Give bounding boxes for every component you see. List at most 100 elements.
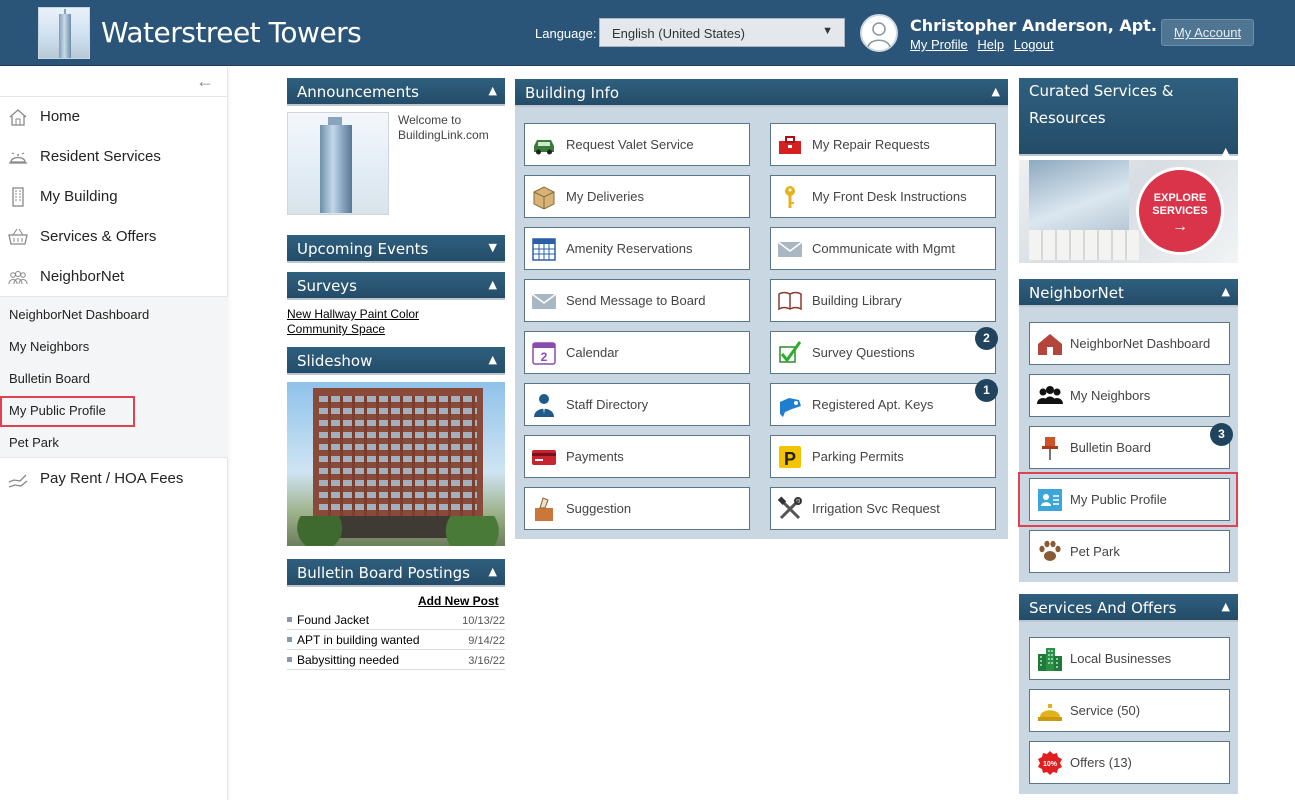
bulletin-post-row[interactable]: Babysitting needed 3/16/22 (287, 650, 505, 670)
slideshow-image[interactable] (287, 382, 505, 546)
credit-card-icon (532, 450, 556, 465)
tile-label: Local Businesses (1070, 650, 1172, 666)
language-select[interactable]: English (United States) ▼ (599, 18, 845, 47)
tile-label: Pet Park (1070, 543, 1120, 559)
sidebar-item-label: My Building (40, 188, 118, 205)
tile-my-repair-requests[interactable]: My Repair Requests (770, 123, 996, 166)
tile-request-valet[interactable]: Request Valet Service (524, 123, 750, 166)
panel-title: Slideshow (297, 352, 373, 370)
collapse-sidebar-icon[interactable]: ← (196, 71, 214, 92)
collapse-chevron-icon[interactable]: ▲ (1222, 600, 1230, 613)
tile-pet-park[interactable]: Pet Park (1029, 530, 1230, 573)
tile-label: Registered Apt. Keys (812, 396, 934, 412)
slideshow-header[interactable]: Slideshow ▲ (287, 347, 505, 375)
tile-front-desk-instructions[interactable]: My Front Desk Instructions (770, 175, 996, 218)
tile-label: Communicate with Mgmt (812, 240, 956, 256)
payment-hand-icon (8, 474, 28, 488)
sidebar-item-home[interactable]: Home (0, 97, 228, 137)
suggestion-box-icon (535, 497, 553, 521)
tile-calendar[interactable]: 2 Calendar (524, 331, 750, 374)
tile-building-library[interactable]: Building Library (770, 279, 996, 322)
tile-offers[interactable]: 10% Offers (13) (1029, 741, 1230, 784)
parking-icon: P (779, 446, 801, 469)
my-profile-link[interactable]: My Profile (910, 37, 968, 52)
tile-amenity-reservations[interactable]: Amenity Reservations (524, 227, 750, 270)
building-info-header[interactable]: Building Info ▲ (515, 79, 1008, 107)
surveys-header[interactable]: Surveys ▲ (287, 272, 505, 300)
upcoming-events-header[interactable]: Upcoming Events ▼ (287, 235, 505, 263)
tile-label: Building Library (812, 292, 902, 308)
building-logo[interactable] (38, 7, 90, 59)
panel-title: Surveys (297, 277, 357, 295)
logout-link[interactable]: Logout (1014, 37, 1054, 52)
key-tag-icon (780, 398, 801, 417)
checkmark-icon (779, 341, 802, 363)
announcements-header[interactable]: Announcements ▲ (287, 78, 505, 106)
tile-label: Amenity Reservations (566, 240, 693, 256)
neighbornet-header[interactable]: NeighborNet ▲ (1019, 279, 1238, 307)
basket-icon (8, 228, 28, 245)
subnav-bulletin-board[interactable]: Bulletin Board (9, 371, 90, 386)
post-title: Babysitting needed (297, 653, 400, 667)
bulletin-postings-header[interactable]: Bulletin Board Postings ▲ (287, 559, 505, 587)
tile-survey-questions[interactable]: Survey Questions (770, 331, 996, 374)
add-new-post-link[interactable]: Add New Post (418, 594, 499, 608)
bulletin-post-row[interactable]: Found Jacket 10/13/22 (287, 610, 505, 630)
sidebar: ← Home Resident Services My Building Ser… (0, 67, 228, 800)
collapse-chevron-icon[interactable]: ▲ (489, 565, 497, 578)
collapse-chevron-icon[interactable]: ▲ (489, 278, 497, 291)
highlight-box (0, 396, 135, 427)
tile-my-deliveries[interactable]: My Deliveries (524, 175, 750, 218)
user-avatar[interactable] (860, 14, 898, 52)
curated-services-header[interactable]: Curated Services & Resources ▲ (1019, 78, 1238, 158)
tile-my-neighbors[interactable]: My Neighbors (1029, 374, 1230, 417)
post-date: 10/13/22 (462, 615, 505, 627)
sidebar-item-pay-rent[interactable]: Pay Rent / HOA Fees (0, 459, 228, 499)
my-account-button[interactable]: My Account (1161, 19, 1254, 46)
notification-badge: 2 (975, 327, 998, 350)
paw-icon (1039, 540, 1061, 561)
tile-suggestion[interactable]: Suggestion (524, 487, 750, 530)
tile-communicate-mgmt[interactable]: Communicate with Mgmt (770, 227, 996, 270)
sidebar-item-my-building[interactable]: My Building (0, 177, 228, 217)
collapse-chevron-icon[interactable]: ▲ (489, 84, 497, 97)
tile-payments[interactable]: Payments (524, 435, 750, 478)
collapse-chevron-icon[interactable]: ▲ (1222, 285, 1230, 298)
collapse-chevron-icon[interactable]: ▲ (992, 85, 1000, 98)
tile-service[interactable]: Service (50) (1029, 689, 1230, 732)
tile-staff-directory[interactable]: Staff Directory (524, 383, 750, 426)
bell-icon (9, 152, 27, 164)
subnav-neighbornet-dashboard[interactable]: NeighborNet Dashboard (9, 307, 149, 322)
announcement-text: Welcome to BuildingLink.com (398, 113, 489, 142)
notification-badge: 3 (1210, 423, 1233, 446)
tile-neighbornet-dashboard[interactable]: NeighborNet Dashboard (1029, 322, 1230, 365)
tile-send-message-board[interactable]: Send Message to Board (524, 279, 750, 322)
explore-label-line2: SERVICES (1152, 205, 1208, 217)
tile-label: Suggestion (566, 500, 632, 516)
car-icon (534, 140, 554, 155)
sidebar-item-services-offers[interactable]: Services & Offers (0, 217, 228, 257)
svg-text:P: P (784, 449, 796, 469)
collapse-chevron-icon[interactable]: ▲ (489, 353, 497, 366)
expand-chevron-icon[interactable]: ▼ (489, 241, 497, 254)
survey-link[interactable]: New Hallway Paint Color Community Space (287, 307, 467, 337)
bulletin-post-row[interactable]: APT in building wanted 9/14/22 (287, 630, 505, 650)
explore-services-button[interactable]: EXPLORE SERVICES → (1136, 167, 1224, 255)
subnav-my-neighbors[interactable]: My Neighbors (9, 339, 89, 354)
sidebar-item-neighbornet[interactable]: NeighborNet (0, 257, 228, 297)
tile-bulletin-board[interactable]: Bulletin Board (1029, 426, 1230, 469)
tile-label: My Neighbors (1070, 387, 1151, 403)
services-offers-header[interactable]: Services And Offers ▲ (1019, 594, 1238, 622)
tile-local-businesses[interactable]: Local Businesses (1029, 637, 1230, 680)
tile-label: Parking Permits (812, 448, 904, 464)
dropdown-caret-icon: ▼ (822, 25, 833, 37)
offer-badge-icon: 10% (1038, 751, 1062, 775)
subnav-pet-park[interactable]: Pet Park (9, 435, 59, 450)
tile-irrigation-svc[interactable]: Irrigation Svc Request (770, 487, 996, 530)
sidebar-item-resident-services[interactable]: Resident Services (0, 137, 228, 177)
tile-parking-permits[interactable]: P Parking Permits (770, 435, 996, 478)
tile-registered-apt-keys[interactable]: Registered Apt. Keys (770, 383, 996, 426)
tile-label: Irrigation Svc Request (812, 500, 940, 516)
package-icon (533, 186, 555, 210)
help-link[interactable]: Help (977, 37, 1004, 52)
